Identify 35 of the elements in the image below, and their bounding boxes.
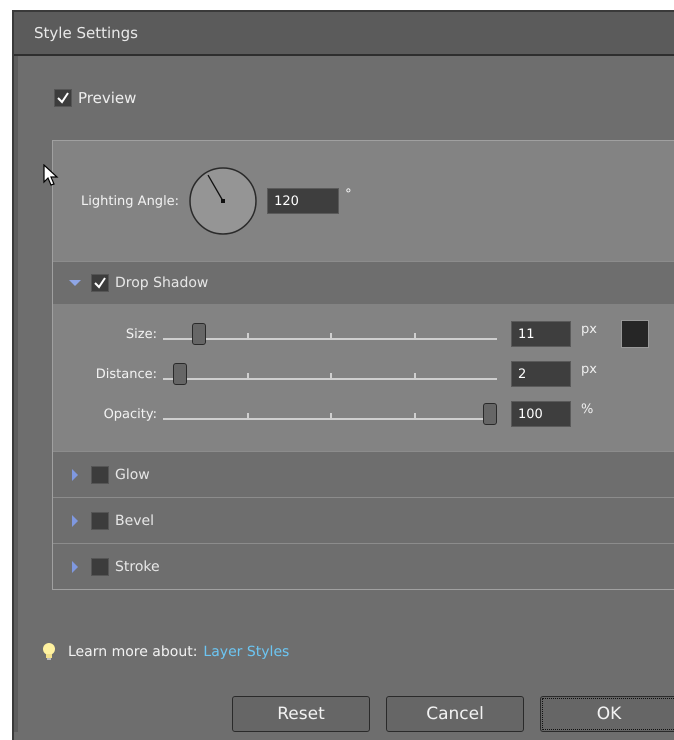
effect-label: Stroke [115,558,160,574]
unit-label: px [581,322,598,337]
angle-dial[interactable] [189,167,258,235]
unit-label: % [581,402,594,417]
slider-thumb[interactable] [172,363,187,385]
effect-label: Drop Shadow [115,275,208,291]
value-field[interactable]: 2 [511,361,571,387]
slider-thumb[interactable] [192,323,206,345]
slider-label: Opacity: [102,406,157,422]
preview-label: Preview [78,89,136,107]
effect-checkbox[interactable] [91,466,109,484]
shadow-color-swatch[interactable] [621,320,649,348]
preview-checkbox[interactable] [54,89,72,107]
slider-label: Distance: [94,366,157,382]
lighting-angle-label: Lighting Angle: [81,194,180,208]
lightbulb-icon [42,642,56,662]
collapse-icon[interactable] [69,277,81,289]
effect-label: Glow [115,466,150,482]
value-field[interactable]: 100 [511,401,571,427]
mouse-cursor-icon [43,164,59,188]
value-field[interactable]: 11 [511,321,571,347]
window-title: Style Settings [34,24,138,42]
effect-checkbox[interactable] [91,512,109,530]
unit-label: px [581,362,598,377]
effect-checkbox[interactable] [91,558,109,576]
dialog-button[interactable]: Cancel [386,696,524,732]
slider-label: Size: [124,326,157,342]
effect-checkbox[interactable] [91,274,109,292]
dialog-button[interactable]: Reset [232,696,370,732]
degree-unit: ° [345,187,352,202]
slider-thumb[interactable] [483,403,497,425]
dialog-button[interactable]: OK [540,696,674,732]
learn-more-text: Learn more about: [68,644,198,660]
angle-field[interactable]: 120 [267,188,340,214]
effect-label: Bevel [115,512,154,528]
